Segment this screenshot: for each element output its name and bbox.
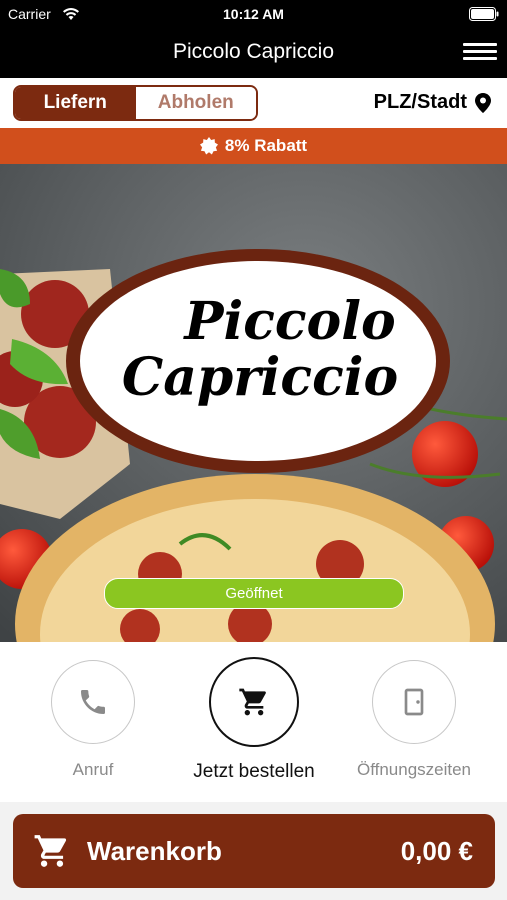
hero-banner: Piccolo Capriccio Geöffnet	[0, 164, 507, 642]
badge-icon	[199, 137, 218, 155]
cart-button[interactable]: Warenkorb 0,00 €	[13, 814, 495, 888]
order-circle	[209, 657, 299, 747]
page-title: Piccolo Capriccio	[172, 40, 335, 63]
map-pin-icon	[475, 92, 491, 113]
opening-hours-button[interactable]: Öffnungszeiten	[339, 660, 489, 780]
hamburger-menu-icon[interactable]	[463, 39, 497, 67]
tab-liefern[interactable]: Liefern	[15, 87, 136, 119]
shopping-cart-icon	[34, 835, 67, 867]
clock: 10:12 AM	[223, 6, 284, 22]
promo-text: 8% Rabatt	[224, 136, 308, 155]
hours-circle	[372, 660, 456, 744]
quick-actions: Anruf Jetzt bestellen Öffnungszeiten	[0, 642, 507, 802]
tab-abholen[interactable]: Abholen	[135, 87, 256, 119]
open-status-badge: Geöffnet	[104, 578, 404, 609]
location-selector[interactable]: PLZ/Stadt	[374, 91, 491, 114]
location-label: PLZ/Stadt	[373, 91, 467, 113]
promo-banner: 8% Rabatt	[0, 128, 507, 164]
delivery-toggle: Liefern Abholen	[13, 85, 258, 121]
order-now-button[interactable]: Jetzt bestellen	[179, 657, 329, 783]
battery-icon	[469, 7, 499, 21]
opening-hours-label: Öffnungszeiten	[356, 760, 472, 779]
restaurant-logo: Piccolo Capriccio	[100, 294, 420, 406]
cart-label: Warenkorb	[87, 836, 222, 866]
logo-line-2: Capriccio	[121, 347, 399, 408]
delivery-mode-bar: Liefern Abholen PLZ/Stadt	[0, 78, 507, 128]
cart-bar: Warenkorb 0,00 €	[0, 802, 507, 900]
top-navbar: Piccolo Capriccio	[0, 28, 507, 78]
door-icon	[404, 688, 424, 716]
call-label: Anruf	[72, 760, 114, 779]
call-button[interactable]: Anruf	[18, 660, 168, 780]
call-circle	[51, 660, 135, 744]
phone-icon	[81, 690, 105, 714]
order-now-label: Jetzt bestellen	[193, 761, 315, 782]
logo-line-1: Piccolo	[184, 291, 396, 352]
cart-total: 0,00 €	[400, 836, 473, 866]
shopping-cart-icon	[239, 688, 266, 716]
status-bar: Carrier 10:12 AM	[0, 0, 507, 28]
